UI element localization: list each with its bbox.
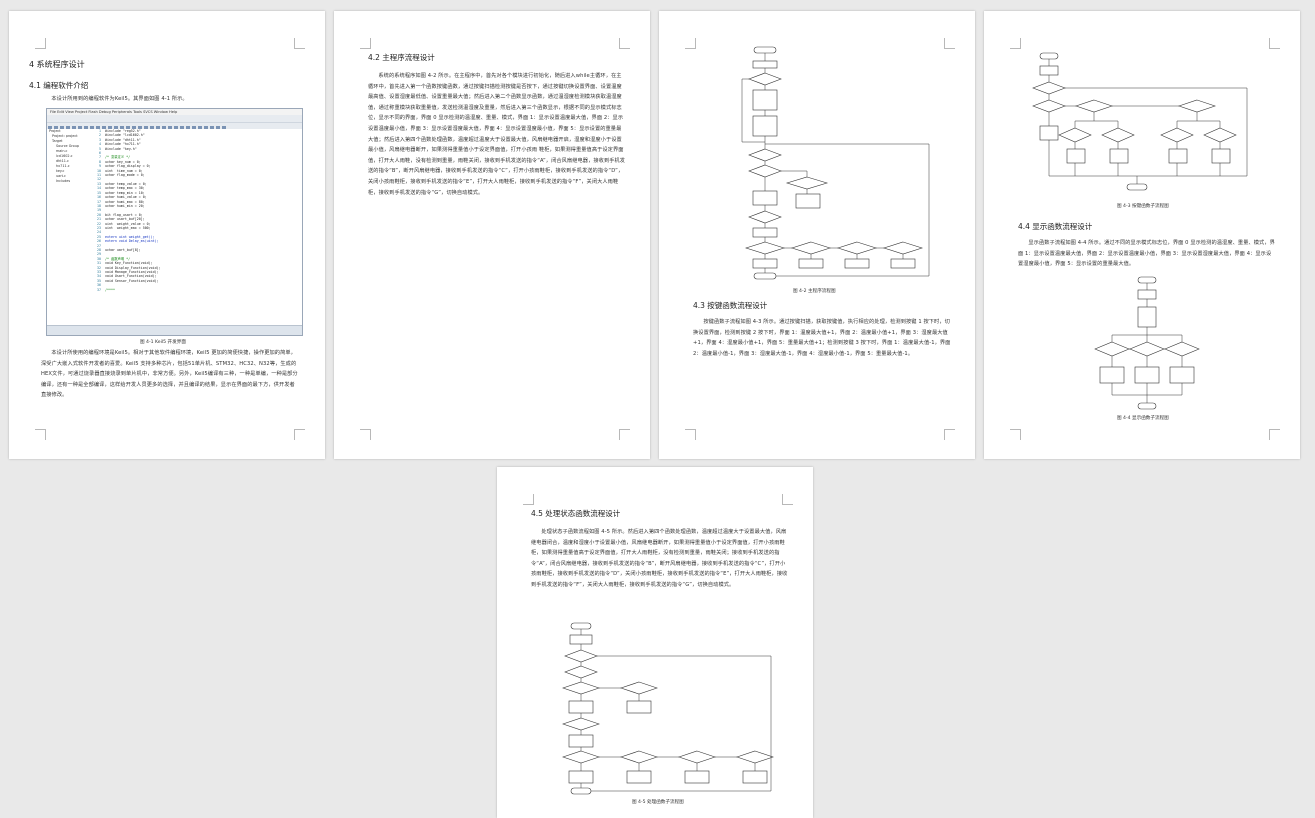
figure-caption: 图 4-5 处理函数子流程图 — [632, 800, 684, 805]
document-page-1: 4 系统程序设计 4.1 编程软件介绍 本设计所用到的编程软件为Keil5。其界… — [9, 11, 325, 459]
subsection-heading: 4.3 按键函数流程设计 — [693, 301, 768, 310]
code-text: #include "hx711.h" — [105, 142, 141, 147]
code-text: void Sensor_Function(void); — [105, 278, 159, 283]
build-output — [47, 325, 302, 335]
code-text: uint time_num = 0; — [105, 168, 143, 173]
main-flowchart — [741, 46, 930, 280]
document-page-3: 图 4-2 主程序流程图 4.3 按键函数流程设计 按键函数子流程如图 4-3 … — [659, 11, 975, 459]
keil-ide-screenshot: File Edit View Project Flash Debug Perip… — [46, 108, 303, 336]
code-text: extern void Delay_ms(uint); — [105, 239, 159, 244]
paragraph: 按键函数子流程如图 4-3 所示。通过按键扫描，获取按键值，执行相应的处理，检测… — [693, 319, 951, 357]
code-text: uchar flag_display = 0; — [105, 164, 151, 169]
code-text: uchar humi_min = 20; — [105, 203, 145, 208]
code-text: uchar key_num = 0; — [105, 159, 141, 164]
paragraph: 本设计所使用的编程环境是Keil5。相对于其他软件编程环境，Keil5 更加的简… — [41, 350, 298, 399]
code-text: bit flag_usart = 0; — [105, 212, 143, 217]
section-heading: 4 系统程序设计 — [29, 60, 85, 69]
paragraph: 显示函数子流程如图 4-4 所示。通过不同的显示模式标志位，界面 0 显示检测的… — [1018, 240, 1275, 268]
code-text: uchar usart_buf[20]; — [105, 217, 145, 222]
code-text: #include "dht11.h" — [105, 137, 141, 142]
code-text: uchar humi_value = 0; — [105, 195, 147, 200]
code-text: uchar uart_buf[8]; — [105, 247, 141, 252]
code-text: /**** — [105, 287, 115, 292]
display-flowchart — [1094, 276, 1200, 410]
paragraph: 本设计所用到的编程软件为Keil5。其界面如图 4-1 所示。 — [51, 96, 188, 102]
subsection-heading: 4.2 主程序流程设计 — [368, 53, 435, 62]
code-line: 37 /**** — [89, 288, 302, 292]
process-flowchart — [562, 622, 774, 795]
subsection-heading: 4.4 显示函数流程设计 — [1018, 222, 1093, 231]
code-text: uchar humi_max = 80; — [105, 199, 145, 204]
code-text: uchar flag_mode = 0; — [105, 173, 145, 178]
code-text: #include "lcd1602.h" — [105, 133, 145, 138]
document-page-4: 图 4-3 按键函数子流程图 4.4 显示函数流程设计 显示函数子流程如图 4-… — [984, 11, 1300, 459]
code-text: void Key_Function(void); — [105, 261, 153, 266]
figure-caption: 图 4-2 主程序流程图 — [793, 289, 836, 294]
ide-toolbar — [47, 115, 302, 130]
code-text: extern uint weight_get(); — [105, 234, 155, 239]
code-text: #include "reg52.h" — [105, 129, 141, 133]
code-text: #include "key.h" — [105, 146, 137, 151]
code-text: uint weight_value = 0; — [105, 221, 151, 226]
code-text: uchar temp_min = 10; — [105, 190, 145, 195]
code-text: void Usart_Function(void); — [105, 274, 157, 279]
code-text: /* 函数声明 */ — [105, 256, 131, 261]
line-number: 37 — [97, 287, 101, 292]
key-flowchart — [1032, 52, 1248, 191]
figure-caption: 图 4-1 Keil5 开发界面 — [140, 340, 186, 345]
code-text: uint weight_max = 500; — [105, 225, 151, 230]
code-text: /* 变量定义 */ — [105, 155, 131, 160]
code-text: void Manage_Function(void); — [105, 270, 159, 274]
project-tree-item[interactable]: Includes — [49, 179, 89, 184]
code-text: uchar temp_value = 0; — [105, 181, 147, 186]
code-text: uchar temp_max = 30; — [105, 186, 145, 191]
subsection-heading: 4.5 处理状态函数流程设计 — [531, 509, 621, 518]
subsection-heading: 4.1 编程软件介绍 — [29, 81, 89, 90]
code-text: void Display_Function(void); — [105, 265, 161, 270]
figure-caption: 图 4-4 显示函数子流程图 — [1117, 416, 1169, 421]
project-tree: Project Project: project Target Source Grou… — [47, 129, 90, 325]
code-editor: 1 #include "reg52.h" 2 #include "lcd1602.h"… — [89, 129, 302, 325]
document-page-2: 4.2 主程序流程设计 系统的系统程序如图 4-2 所示。在主程序中，首先对各个… — [334, 11, 650, 459]
document-page-5: 4.5 处理状态函数流程设计 处理状态子函数流程如图 4-5 所示。然后进入第四… — [497, 467, 813, 818]
paragraph: 系统的系统程序如图 4-2 所示。在主程序中，首先对各个模块进行初始化，随后进入… — [368, 73, 626, 196]
figure-caption: 图 4-3 按键函数子流程图 — [1117, 204, 1169, 209]
paragraph: 处理状态子函数流程如图 4-5 所示。然后进入第四个函数处理函数，温度超过温度大… — [531, 529, 788, 588]
